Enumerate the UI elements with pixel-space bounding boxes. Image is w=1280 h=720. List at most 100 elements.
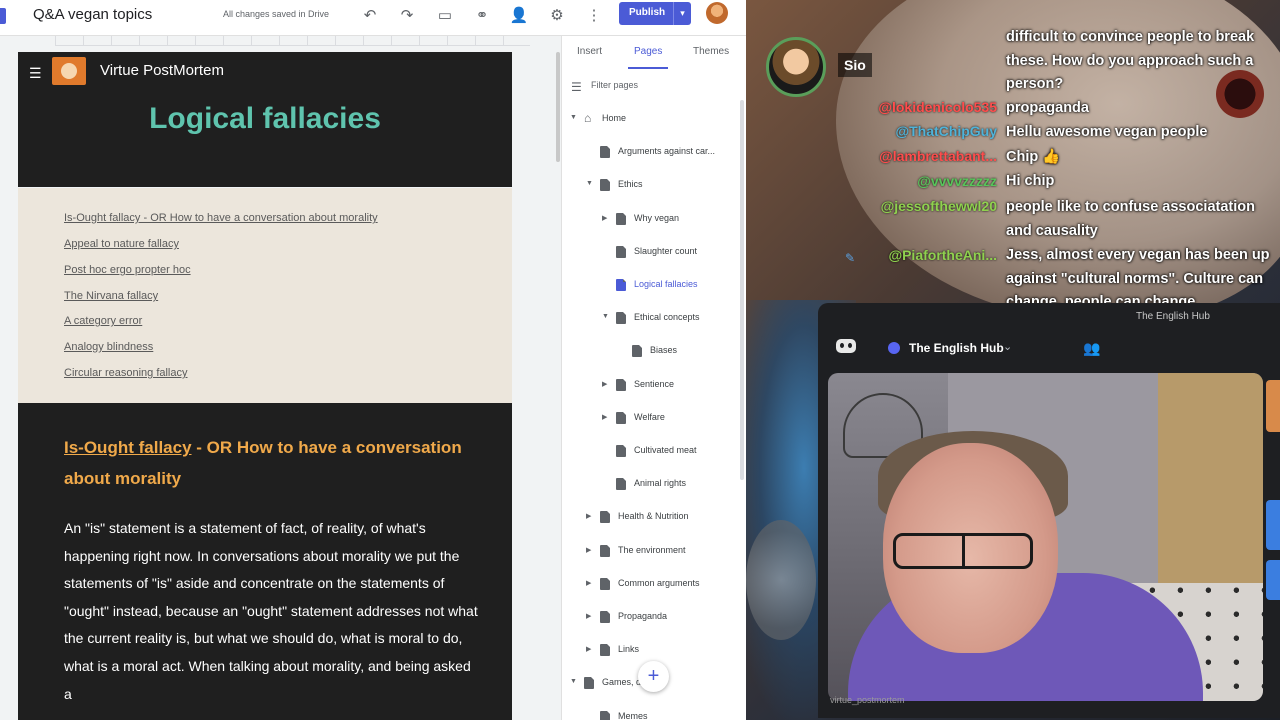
table-of-contents: Is-Ought fallacy - OR How to have a conv… (18, 188, 512, 403)
expand-down-icon[interactable]: ▼ (602, 313, 611, 320)
page-tree-label: The environment (618, 544, 686, 555)
chat-username: @lambrettabant... (879, 148, 997, 164)
expand-right-icon[interactable]: ▶ (586, 579, 595, 587)
tab-pages[interactable]: Pages (634, 46, 662, 57)
page-icon (584, 677, 594, 690)
page-icon (616, 378, 626, 391)
page-icon (632, 345, 642, 358)
chat-message: Chip 👍 (1006, 149, 1061, 165)
page-icon (600, 511, 610, 524)
page-title[interactable]: Logical fallacies (18, 102, 512, 136)
expand-right-icon[interactable]: ▶ (602, 214, 611, 222)
page-icon (600, 577, 610, 590)
tab-insert[interactable]: Insert (577, 46, 602, 57)
home-icon: ⌂ (584, 111, 592, 125)
section-heading[interactable]: Is-Ought fallacy - OR How to have a conv… (64, 432, 464, 494)
site-logo[interactable] (52, 57, 86, 85)
page-canvas: ☰ Virtue PostMortem Logical fallacies Is… (18, 52, 512, 720)
document-title[interactable]: Q&A vegan topics (33, 6, 152, 23)
editor-toolbar: Q&A vegan topics All changes saved in Dr… (0, 0, 746, 36)
page-tree-label: Why vegan (634, 212, 680, 223)
page-icon (616, 445, 626, 457)
page-icon (616, 478, 626, 491)
expand-right-icon[interactable]: ▶ (602, 413, 611, 421)
moderator-icon: ✎ (845, 251, 856, 265)
chat-username: @lokidenicolo535 (878, 99, 997, 115)
expand-right-icon[interactable]: ▶ (586, 546, 595, 554)
streamer-glasses (893, 533, 1033, 569)
page-icon (600, 611, 610, 623)
add-page-button[interactable]: + (638, 661, 669, 692)
screen: Q&A vegan topics All changes saved in Dr… (0, 0, 1280, 720)
page-icon (616, 245, 626, 258)
publish-button[interactable]: Publish ▾ (619, 2, 691, 25)
webcam-door (1158, 373, 1263, 603)
discord-icon (836, 339, 856, 353)
page-icon (600, 179, 610, 192)
featured-chatter-name: Sio (838, 53, 872, 77)
expand-right-icon[interactable]: ▶ (602, 380, 611, 388)
chat-message: propaganda (1006, 100, 1089, 116)
page-tree-label: Logical fallacies (634, 279, 698, 289)
panel-scrollbar[interactable] (740, 100, 744, 480)
edge-widget (1266, 500, 1280, 550)
page-tree-label: Arguments against car... (618, 146, 716, 157)
page-tree-label: Ethics (618, 179, 643, 190)
chat-message: difficult to convince people to break th… (1006, 29, 1255, 92)
page-icon (616, 279, 626, 291)
menu-icon[interactable]: ☰ (29, 65, 42, 82)
undo-icon[interactable]: ↶ (359, 5, 381, 27)
page-icon (616, 411, 626, 424)
page-icon (600, 710, 610, 720)
publish-options-icon[interactable]: ▾ (673, 2, 691, 25)
page-tree-label: Animal rights (634, 478, 687, 489)
expand-down-icon[interactable]: ▼ (570, 114, 579, 121)
section-heading-link[interactable]: Is-Ought fallacy (64, 438, 192, 457)
toc-link[interactable]: Analogy blindness (64, 341, 153, 353)
chat-message: Hi chip (1006, 173, 1055, 189)
redo-icon[interactable]: ↷ (396, 5, 418, 27)
sites-editor: Q&A vegan topics All changes saved in Dr… (0, 0, 746, 720)
article-section: Is-Ought fallacy - OR How to have a conv… (18, 403, 512, 720)
editor-scrollbar[interactable] (556, 52, 560, 162)
page-icon (600, 544, 610, 557)
share-icon[interactable]: 👤 (508, 5, 530, 27)
chatter-avatar (766, 37, 826, 97)
expand-down-icon[interactable]: ▼ (586, 180, 595, 187)
article-body[interactable]: An "is" statement is a statement of fact… (64, 515, 479, 708)
chat-username: @PiafortheAni... (888, 247, 997, 263)
preview-icon[interactable]: ▭ (434, 5, 456, 27)
page-tree-label: Health & Nutrition (618, 511, 689, 522)
page-tree-label: Ethical concepts (634, 312, 700, 323)
toc-link[interactable]: Is-Ought fallacy - OR How to have a conv… (64, 212, 378, 224)
page-tree-label: Welfare (634, 411, 665, 422)
site-name[interactable]: Virtue PostMortem (100, 62, 224, 79)
server-tag: The English Hub (1136, 311, 1210, 322)
expand-right-icon[interactable]: ▶ (586, 612, 595, 620)
more-icon[interactable]: ⋮ (583, 5, 605, 27)
discord-overlay: The English Hub The English Hub ⌄ 👥 virt… (818, 303, 1280, 718)
tab-themes[interactable]: Themes (693, 46, 729, 57)
sites-logo-icon[interactable] (0, 8, 6, 24)
account-avatar[interactable] (706, 2, 728, 24)
filter-icon[interactable]: ☰ (571, 80, 582, 94)
toc-link[interactable]: A category error (64, 315, 142, 327)
stream-overlay: Sio ✎ difficult to convince people to br… (746, 0, 1280, 720)
page-icon (616, 312, 626, 325)
filter-pages-input[interactable]: Filter pages (591, 80, 638, 90)
toc-link[interactable]: The Nirvana fallacy (64, 290, 158, 302)
expand-right-icon[interactable]: ▶ (586, 645, 595, 653)
link-icon[interactable]: ⚭ (471, 5, 493, 27)
toc-link[interactable]: Appeal to nature fallacy (64, 238, 179, 250)
settings-icon[interactable]: ⚙ (546, 5, 568, 27)
expand-right-icon[interactable]: ▶ (586, 512, 595, 520)
toc-link[interactable]: Post hoc ergo propter hoc (64, 264, 191, 276)
server-name: The English Hub (909, 341, 1004, 355)
site-header: ☰ Virtue PostMortem Logical fallacies (18, 52, 512, 187)
edge-widget (1266, 560, 1280, 600)
expand-down-icon[interactable]: ▼ (570, 678, 579, 685)
edge-widget (1266, 380, 1280, 432)
toc-link[interactable]: Circular reasoning fallacy (64, 367, 188, 379)
page-icon (600, 146, 610, 159)
page-icon (616, 212, 626, 225)
